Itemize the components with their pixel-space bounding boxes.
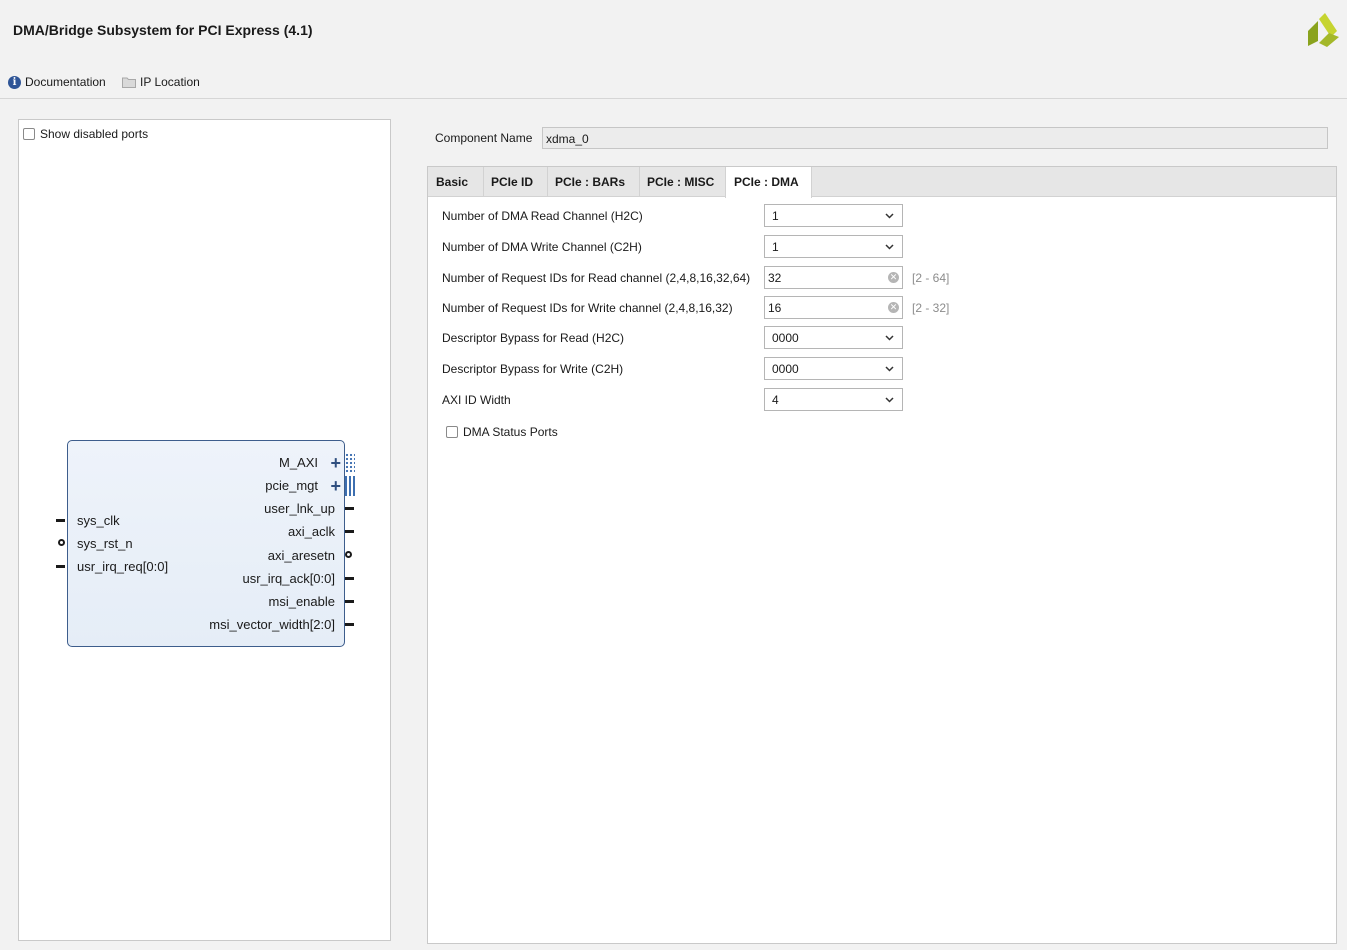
- select-value: 1: [772, 240, 779, 254]
- dma-write-channel-select[interactable]: 1: [764, 235, 903, 258]
- param-label-dma-write-channel: Number of DMA Write Channel (C2H): [442, 240, 642, 254]
- ip-location-label: IP Location: [140, 75, 200, 89]
- component-name-value: xdma_0: [546, 132, 589, 146]
- clear-icon[interactable]: ✕: [888, 272, 899, 283]
- documentation-label: Documentation: [25, 75, 106, 89]
- descriptor-bypass-write-select[interactable]: 0000: [764, 357, 903, 380]
- port-pcie-mgt: pcie_mgt: [265, 478, 318, 493]
- descriptor-bypass-read-select[interactable]: 0000: [764, 326, 903, 349]
- port-usr-irq-ack: usr_irq_ack[0:0]: [242, 571, 336, 586]
- chevron-down-icon: [885, 397, 894, 403]
- port-msi-vector-width: msi_vector_width[2:0]: [209, 617, 335, 632]
- ip-block-symbol: M_AXI + pcie_mgt + user_lnk_up axi_aclk …: [67, 440, 345, 647]
- show-disabled-ports-label: Show disabled ports: [40, 127, 149, 141]
- read-request-ids-input[interactable]: 32 ✕: [764, 266, 903, 289]
- port-sys-clk: sys_clk: [77, 513, 120, 528]
- chevron-down-icon: [885, 244, 894, 250]
- read-request-ids-range: [2 - 64]: [912, 271, 950, 285]
- write-request-ids-input[interactable]: 16 ✕: [764, 296, 903, 319]
- pin-sys-clk: [56, 519, 65, 522]
- param-label-descriptor-bypass-write: Descriptor Bypass for Write (C2H): [442, 362, 624, 376]
- m-axi-bus-connector: [345, 453, 355, 473]
- port-axi-aclk: axi_aclk: [288, 524, 335, 539]
- symbol-panel: Show disabled ports M_AXI + pcie_mgt + u…: [18, 119, 391, 941]
- tab-pcie-misc[interactable]: PCIe : MISC: [639, 167, 726, 197]
- pin-user-lnk-up: [345, 507, 354, 510]
- axi-id-width-select[interactable]: 4: [764, 388, 903, 411]
- tab-basic[interactable]: Basic: [428, 167, 484, 197]
- expand-pcie-mgt-icon[interactable]: +: [330, 477, 341, 495]
- clear-icon[interactable]: ✕: [888, 302, 899, 313]
- port-msi-enable: msi_enable: [268, 594, 336, 609]
- component-name-label: Component Name: [435, 131, 533, 145]
- pin-sys-rst-n: [58, 539, 65, 546]
- chevron-down-icon: [885, 213, 894, 219]
- dma-read-channel-select[interactable]: 1: [764, 204, 903, 227]
- port-m-axi: M_AXI: [278, 455, 318, 470]
- input-value: 32: [768, 271, 782, 285]
- param-label-write-request-ids: Number of Request IDs for Write channel …: [442, 301, 733, 315]
- chevron-down-icon: [885, 335, 894, 341]
- tab-bar: Basic PCIe ID PCIe : BARs PCIe : MISC PC…: [428, 167, 1336, 198]
- expand-m-axi-icon[interactable]: +: [330, 454, 341, 472]
- chevron-down-icon: [885, 366, 894, 372]
- port-axi-aresetn: axi_aresetn: [267, 548, 335, 563]
- select-value: 0000: [772, 362, 799, 376]
- folder-icon: [122, 77, 136, 88]
- param-label-axi-id-width: AXI ID Width: [442, 393, 511, 407]
- tab-pcie-bars[interactable]: PCIe : BARs: [547, 167, 640, 197]
- pcie-mgt-bus-connector: [345, 476, 355, 496]
- checkbox-box[interactable]: [446, 426, 458, 438]
- documentation-link[interactable]: i Documentation: [8, 74, 106, 90]
- info-icon: i: [8, 75, 21, 89]
- header-divider: [0, 98, 1347, 99]
- show-disabled-ports-checkbox[interactable]: Show disabled ports: [23, 127, 148, 141]
- select-value: 0000: [772, 331, 799, 345]
- tab-pcie-dma[interactable]: PCIe : DMA: [725, 167, 812, 198]
- write-request-ids-range: [2 - 32]: [912, 301, 950, 315]
- tab-pcie-id[interactable]: PCIe ID: [483, 167, 548, 197]
- select-value: 4: [772, 393, 779, 407]
- dma-status-ports-label: DMA Status Ports: [463, 425, 558, 439]
- component-name-field[interactable]: xdma_0: [542, 127, 1328, 149]
- port-sys-rst-n: sys_rst_n: [77, 536, 133, 551]
- pin-axi-aresetn: [345, 551, 352, 558]
- pin-msi-vector-width: [345, 623, 354, 626]
- pin-usr-irq-req: [56, 565, 65, 568]
- param-label-read-request-ids: Number of Request IDs for Read channel (…: [442, 271, 751, 285]
- port-usr-irq-req: usr_irq_req[0:0]: [77, 559, 169, 574]
- xilinx-logo: [1308, 13, 1339, 47]
- param-label-descriptor-bypass-read: Descriptor Bypass for Read (H2C): [442, 331, 625, 345]
- param-label-dma-read-channel: Number of DMA Read Channel (H2C): [442, 209, 643, 223]
- page-title: DMA/Bridge Subsystem for PCI Express (4.…: [13, 22, 313, 38]
- checkbox-box[interactable]: [23, 128, 35, 140]
- ip-location-link[interactable]: IP Location: [122, 74, 200, 90]
- pin-msi-enable: [345, 600, 354, 603]
- input-value: 16: [768, 301, 782, 315]
- dma-status-ports-checkbox[interactable]: DMA Status Ports: [446, 425, 558, 439]
- port-user-lnk-up: user_lnk_up: [264, 501, 335, 516]
- select-value: 1: [772, 209, 779, 223]
- pin-usr-irq-ack: [345, 577, 354, 580]
- pin-axi-aclk: [345, 530, 354, 533]
